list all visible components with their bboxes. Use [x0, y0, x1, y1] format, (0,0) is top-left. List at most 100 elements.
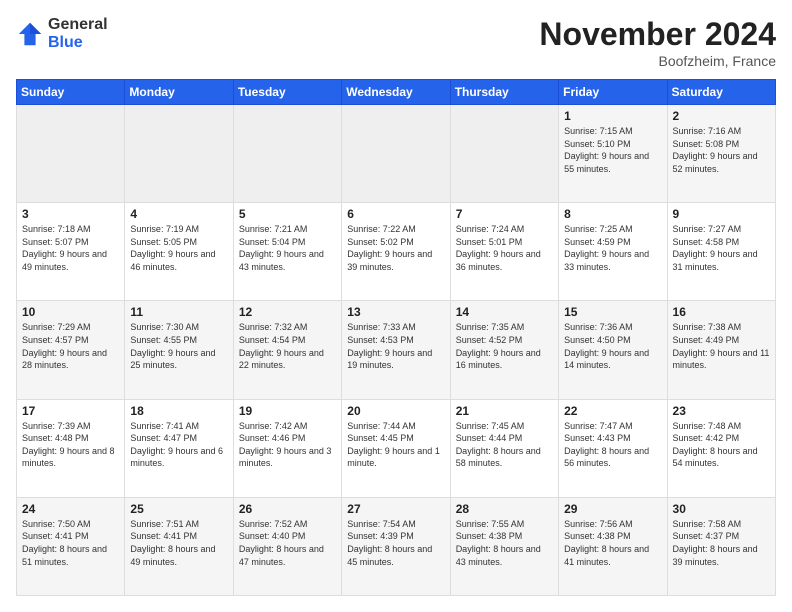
day-info: Sunrise: 7:54 AM Sunset: 4:39 PM Dayligh…	[347, 518, 444, 568]
day-number: 19	[239, 404, 336, 418]
col-friday: Friday	[559, 80, 667, 105]
calendar-week-4: 17 Sunrise: 7:39 AM Sunset: 4:48 PM Dayli…	[17, 399, 776, 497]
logo-blue-text: Blue	[48, 34, 108, 52]
calendar-cell-w2-d6: 8Sunrise: 7:25 AM Sunset: 4:59 PM Daylig…	[559, 203, 667, 301]
logo-icon	[16, 20, 44, 48]
calendar-cell-w4-d1: 17 Sunrise: 7:39 AM Sunset: 4:48 PM Dayli…	[17, 399, 125, 497]
col-thursday: Thursday	[450, 80, 558, 105]
day-info: Sunrise: 7:51 AM Sunset: 4:41 PM Dayligh…	[130, 518, 227, 568]
calendar-week-5: 24 Sunrise: 7:50 AM Sunset: 4:41 PM Dayli…	[17, 497, 776, 595]
day-number: 22	[564, 404, 661, 418]
calendar-cell-w3-d6: 15 Sunrise: 7:36 AM Sunset: 4:50 PM Dayli…	[559, 301, 667, 399]
calendar-cell-w5-d1: 24 Sunrise: 7:50 AM Sunset: 4:41 PM Dayli…	[17, 497, 125, 595]
calendar-cell-w2-d3: 5 Sunrise: 7:21 AM Sunset: 5:04 PM Daylig…	[233, 203, 341, 301]
day-number: 29	[564, 502, 661, 516]
day-info: Sunrise: 7:41 AM Sunset: 4:47 PM Dayligh…	[130, 420, 227, 470]
day-info: Sunrise: 7:35 AM Sunset: 4:52 PM Dayligh…	[456, 321, 553, 371]
day-info: Sunrise: 7:22 AM Sunset: 5:02 PM Dayligh…	[347, 223, 444, 273]
day-info: Sunrise: 7:15 AM Sunset: 5:10 PM Dayligh…	[564, 125, 661, 175]
calendar-week-1: 1 Sunrise: 7:15 AM Sunset: 5:10 PM Daylig…	[17, 105, 776, 203]
day-number: 25	[130, 502, 227, 516]
day-info: Sunrise: 7:56 AM Sunset: 4:38 PM Dayligh…	[564, 518, 661, 568]
day-info: Sunrise: 7:24 AM Sunset: 5:01 PM Dayligh…	[456, 223, 553, 273]
logo: General Blue	[16, 16, 108, 51]
day-info: Sunrise: 7:30 AM Sunset: 4:55 PM Dayligh…	[130, 321, 227, 371]
calendar-cell-w1-d7: 2 Sunrise: 7:16 AM Sunset: 5:08 PM Daylig…	[667, 105, 775, 203]
day-info: Sunrise: 7:50 AM Sunset: 4:41 PM Dayligh…	[22, 518, 119, 568]
day-info: Sunrise: 7:52 AM Sunset: 4:40 PM Dayligh…	[239, 518, 336, 568]
day-info: Sunrise: 7:27 AM Sunset: 4:58 PM Dayligh…	[673, 223, 770, 273]
calendar-cell-w3-d3: 12 Sunrise: 7:32 AM Sunset: 4:54 PM Dayli…	[233, 301, 341, 399]
day-info: Sunrise: 7:21 AM Sunset: 5:04 PM Dayligh…	[239, 223, 336, 273]
day-number: 17	[22, 404, 119, 418]
location: Boofzheim, France	[539, 53, 776, 69]
calendar-cell-w2-d1: 3 Sunrise: 7:18 AM Sunset: 5:07 PM Daylig…	[17, 203, 125, 301]
day-number: 11	[130, 305, 227, 319]
day-number: 10	[22, 305, 119, 319]
calendar-table: Sunday Monday Tuesday Wednesday Thursday…	[16, 79, 776, 596]
day-info: Sunrise: 7:39 AM Sunset: 4:48 PM Dayligh…	[22, 420, 119, 470]
header: General Blue November 2024 Boofzheim, Fr…	[16, 16, 776, 69]
calendar-cell-w2-d2: 4 Sunrise: 7:19 AM Sunset: 5:05 PM Daylig…	[125, 203, 233, 301]
calendar-cell-w4-d3: 19 Sunrise: 7:42 AM Sunset: 4:46 PM Dayli…	[233, 399, 341, 497]
calendar-cell-w5-d6: 29 Sunrise: 7:56 AM Sunset: 4:38 PM Dayli…	[559, 497, 667, 595]
day-info: Sunrise: 7:32 AM Sunset: 4:54 PM Dayligh…	[239, 321, 336, 371]
day-number: 9	[673, 207, 770, 221]
day-number: 4	[130, 207, 227, 221]
day-info: Sunrise: 7:55 AM Sunset: 4:38 PM Dayligh…	[456, 518, 553, 568]
logo-general-text: General	[48, 16, 108, 34]
day-number: 23	[673, 404, 770, 418]
day-info: Sunrise: 7:47 AM Sunset: 4:43 PM Dayligh…	[564, 420, 661, 470]
page: General Blue November 2024 Boofzheim, Fr…	[0, 0, 792, 612]
day-number: 21	[456, 404, 553, 418]
day-info: Sunrise: 7:38 AM Sunset: 4:49 PM Dayligh…	[673, 321, 770, 371]
col-saturday: Saturday	[667, 80, 775, 105]
calendar-cell-w4-d7: 23Sunrise: 7:48 AM Sunset: 4:42 PM Dayli…	[667, 399, 775, 497]
day-info: Sunrise: 7:36 AM Sunset: 4:50 PM Dayligh…	[564, 321, 661, 371]
day-number: 24	[22, 502, 119, 516]
calendar-cell-w1-d2	[125, 105, 233, 203]
day-number: 16	[673, 305, 770, 319]
day-number: 6	[347, 207, 444, 221]
calendar-cell-w5-d4: 27 Sunrise: 7:54 AM Sunset: 4:39 PM Dayli…	[342, 497, 450, 595]
calendar-cell-w5-d7: 30Sunrise: 7:58 AM Sunset: 4:37 PM Dayli…	[667, 497, 775, 595]
day-info: Sunrise: 7:45 AM Sunset: 4:44 PM Dayligh…	[456, 420, 553, 470]
day-number: 13	[347, 305, 444, 319]
day-info: Sunrise: 7:18 AM Sunset: 5:07 PM Dayligh…	[22, 223, 119, 273]
col-sunday: Sunday	[17, 80, 125, 105]
calendar-cell-w2-d4: 6 Sunrise: 7:22 AM Sunset: 5:02 PM Daylig…	[342, 203, 450, 301]
calendar-cell-w3-d4: 13 Sunrise: 7:33 AM Sunset: 4:53 PM Dayli…	[342, 301, 450, 399]
calendar-cell-w4-d2: 18Sunrise: 7:41 AM Sunset: 4:47 PM Dayli…	[125, 399, 233, 497]
calendar-cell-w1-d4	[342, 105, 450, 203]
day-number: 26	[239, 502, 336, 516]
col-tuesday: Tuesday	[233, 80, 341, 105]
day-number: 5	[239, 207, 336, 221]
calendar-cell-w3-d5: 14 Sunrise: 7:35 AM Sunset: 4:52 PM Dayli…	[450, 301, 558, 399]
day-info: Sunrise: 7:33 AM Sunset: 4:53 PM Dayligh…	[347, 321, 444, 371]
calendar-cell-w2-d5: 7Sunrise: 7:24 AM Sunset: 5:01 PM Daylig…	[450, 203, 558, 301]
day-info: Sunrise: 7:16 AM Sunset: 5:08 PM Dayligh…	[673, 125, 770, 175]
day-info: Sunrise: 7:58 AM Sunset: 4:37 PM Dayligh…	[673, 518, 770, 568]
day-number: 14	[456, 305, 553, 319]
day-number: 27	[347, 502, 444, 516]
calendar-cell-w5-d3: 26 Sunrise: 7:52 AM Sunset: 4:40 PM Dayli…	[233, 497, 341, 595]
calendar-cell-w1-d6: 1 Sunrise: 7:15 AM Sunset: 5:10 PM Daylig…	[559, 105, 667, 203]
day-number: 3	[22, 207, 119, 221]
day-info: Sunrise: 7:42 AM Sunset: 4:46 PM Dayligh…	[239, 420, 336, 470]
day-number: 15	[564, 305, 661, 319]
day-number: 20	[347, 404, 444, 418]
col-monday: Monday	[125, 80, 233, 105]
day-info: Sunrise: 7:29 AM Sunset: 4:57 PM Dayligh…	[22, 321, 119, 371]
calendar-cell-w4-d4: 20Sunrise: 7:44 AM Sunset: 4:45 PM Dayli…	[342, 399, 450, 497]
calendar-week-2: 3 Sunrise: 7:18 AM Sunset: 5:07 PM Daylig…	[17, 203, 776, 301]
calendar-cell-w1-d3	[233, 105, 341, 203]
day-number: 1	[564, 109, 661, 123]
calendar-cell-w3-d7: 16 Sunrise: 7:38 AM Sunset: 4:49 PM Dayli…	[667, 301, 775, 399]
calendar-cell-w1-d1	[17, 105, 125, 203]
day-number: 2	[673, 109, 770, 123]
calendar-cell-w2-d7: 9 Sunrise: 7:27 AM Sunset: 4:58 PM Daylig…	[667, 203, 775, 301]
day-info: Sunrise: 7:19 AM Sunset: 5:05 PM Dayligh…	[130, 223, 227, 273]
day-number: 12	[239, 305, 336, 319]
day-number: 28	[456, 502, 553, 516]
calendar-cell-w4-d5: 21 Sunrise: 7:45 AM Sunset: 4:44 PM Dayli…	[450, 399, 558, 497]
